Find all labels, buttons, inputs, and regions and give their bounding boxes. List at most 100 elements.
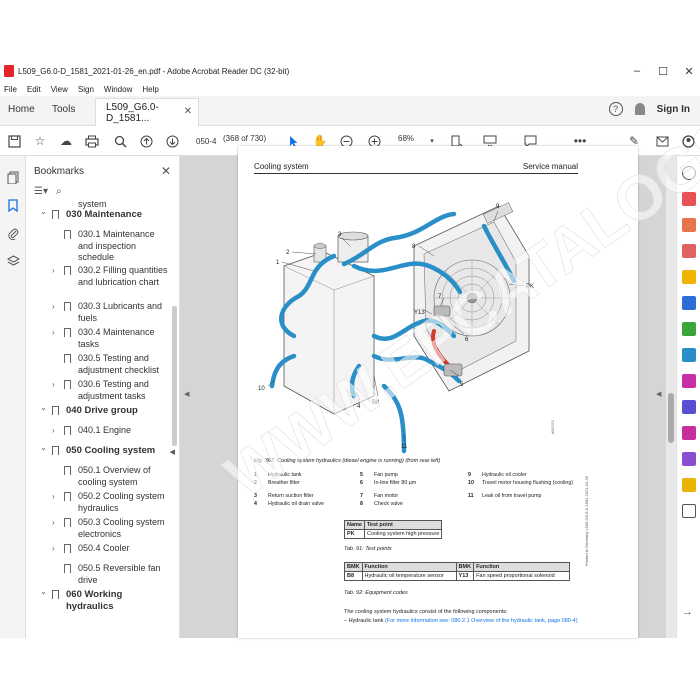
fig-label-2: 2 [286, 250, 290, 256]
document-scrollbar[interactable] [666, 156, 676, 638]
tab-tools[interactable]: Tools [52, 104, 75, 115]
bookmark-label: 030.2 Filling quantities and lubrication… [78, 265, 168, 287]
bookmark-section[interactable]: ⌄ 030 Maintenance [26, 206, 172, 228]
organize-pages-icon[interactable] [682, 322, 696, 336]
table-header: Function [361, 562, 457, 572]
zoom-level[interactable]: 68% [398, 134, 414, 143]
bookmark-item[interactable]: system [26, 198, 172, 209]
star-icon[interactable]: ☆ [32, 133, 48, 149]
help-icon[interactable]: ? [608, 102, 623, 116]
menu-help[interactable]: Help [142, 85, 158, 94]
bookmark-item[interactable]: 030.5 Testing and adjustment checklist [26, 352, 172, 378]
expand-rail-icon[interactable]: → [682, 606, 696, 620]
chevron-right-icon[interactable]: › [52, 301, 55, 313]
menu-sign[interactable]: Sign [78, 85, 94, 94]
export-pdf-icon[interactable] [682, 244, 696, 258]
bookmark-item[interactable]: › 030.6 Testing and adjustment tasks [26, 378, 172, 404]
legend-num: 11 [468, 493, 474, 499]
panel-collapse-icon[interactable]: ◀ [170, 448, 175, 456]
body-paragraph: The cooling system hydraulics consist of… [344, 609, 508, 615]
menu-view[interactable]: View [51, 85, 68, 94]
page-header-left: Cooling system [254, 162, 309, 171]
scroll-thumb[interactable] [668, 393, 674, 443]
bookmark-item[interactable]: › 030.3 Lubricants and fuels [26, 300, 172, 326]
legend-text: Hydraulic oil drain valve [268, 500, 324, 507]
attachment-icon[interactable] [6, 226, 20, 240]
chevron-right-icon[interactable]: › [52, 543, 55, 555]
menu-edit[interactable]: Edit [27, 85, 41, 94]
fill-sign-icon[interactable] [682, 374, 696, 388]
layers-icon[interactable] [6, 254, 20, 268]
cross-reference-link[interactable]: (For more information see: 080.2.1 Overv… [385, 618, 578, 624]
tab-document[interactable]: L509_G6.0-D_1581... ✕ [95, 98, 199, 126]
chevron-right-icon[interactable]: › [52, 327, 55, 339]
create-pdf-icon[interactable] [682, 192, 696, 206]
doc-scroll-left-icon[interactable]: ◀ [184, 390, 189, 398]
close-panel-icon[interactable]: ✕ [161, 164, 171, 178]
scan-icon[interactable] [682, 348, 696, 362]
find-bookmark-icon[interactable]: ⌕ [56, 186, 62, 197]
save-icon[interactable] [6, 133, 22, 149]
sign-in-button[interactable]: Sign In [657, 104, 690, 115]
equipment-codes-table: BMK Function BMK Function B8 Hydraulic o… [344, 562, 571, 581]
bookmark-item[interactable]: › 050.2 Cooling system hydraulics [26, 490, 172, 516]
legend-num: 6 [360, 479, 363, 486]
print-icon[interactable] [84, 133, 100, 149]
menu-file[interactable]: File [4, 85, 17, 94]
bookmark-item[interactable]: › 050.3 Cooling system electronics [26, 516, 172, 542]
chevron-right-icon[interactable]: › [52, 425, 55, 437]
bookmark-section[interactable]: ⌄ 040 Drive group [26, 402, 172, 424]
account-icon[interactable] [680, 133, 696, 149]
cloud-upload-icon[interactable]: ☁ [58, 133, 74, 149]
bookmark-item[interactable]: 050.1 Overview of cooling system [26, 464, 172, 490]
maximize-button[interactable]: ☐ [656, 64, 670, 78]
certificates-icon[interactable] [682, 452, 696, 466]
bookmark-options-icon[interactable]: ☰▾ [34, 186, 48, 197]
email-icon[interactable] [654, 133, 670, 149]
previous-page-icon[interactable] [138, 133, 154, 149]
chevron-down-icon[interactable]: ⌄ [40, 206, 47, 218]
combine-files-icon[interactable] [682, 296, 696, 310]
close-tab-icon[interactable]: ✕ [184, 106, 192, 117]
bookmark-label: 030.6 Testing and adjustment tasks [78, 379, 149, 401]
bookmark-label: 030.1 Maintenance and inspection schedul… [78, 229, 155, 262]
bookmark-section[interactable]: ⌄ 050 Cooling system [26, 442, 172, 464]
page-number-input[interactable]: 050-4 [196, 134, 218, 148]
list-item-prefix: – Hydraulic tank [344, 618, 385, 624]
bookmark-section[interactable]: ⌄ 060 Working hydraulics [26, 586, 172, 612]
bookmark-item[interactable]: 030.1 Maintenance and inspection schedul… [26, 228, 172, 264]
chevron-down-icon[interactable]: ⌄ [40, 586, 47, 598]
zoom-search-icon[interactable] [112, 133, 128, 149]
doc-scroll-right-icon[interactable]: ◀ [656, 390, 661, 398]
minimize-button[interactable]: – [630, 64, 644, 78]
redact-icon[interactable] [682, 478, 696, 492]
bookmark-item[interactable]: › 030.4 Maintenance tasks [26, 326, 172, 352]
bell-icon[interactable] [634, 103, 645, 115]
tab-home[interactable]: Home [8, 104, 35, 115]
close-window-button[interactable]: ✕ [682, 64, 696, 78]
menu-window[interactable]: Window [104, 85, 132, 94]
bookmarks-scrollbar[interactable] [172, 306, 177, 446]
page-thumbnails-icon[interactable] [6, 170, 20, 184]
chevron-down-icon[interactable]: ⌄ [40, 402, 47, 414]
bookmark-item[interactable]: › 040.1 Engine [26, 424, 172, 444]
bookmark-icon[interactable] [6, 198, 20, 212]
bookmark-item[interactable]: › 050.4 Cooler [26, 542, 172, 562]
chevron-down-icon[interactable]: ⌄ [40, 442, 47, 454]
comment-tool-icon[interactable] [682, 270, 696, 284]
bookmarks-title: Bookmarks [34, 166, 85, 177]
bookmark-item[interactable]: › 030.2 Filling quantities and lubricatio… [26, 264, 172, 300]
search-tool-icon[interactable] [682, 166, 696, 180]
chevron-right-icon[interactable]: › [52, 491, 55, 503]
edit-pdf-icon[interactable] [682, 218, 696, 232]
next-page-icon[interactable] [164, 133, 180, 149]
bookmark-icon [64, 302, 71, 311]
chevron-right-icon[interactable]: › [52, 265, 55, 277]
customize-tools-icon[interactable] [682, 504, 696, 518]
chevron-right-icon[interactable]: › [52, 379, 55, 391]
chevron-right-icon[interactable]: › [52, 517, 55, 529]
protect-icon[interactable] [682, 400, 696, 414]
bookmark-item[interactable]: 050.5 Reversible fan drive [26, 562, 172, 588]
table-cell: B8 [344, 571, 363, 581]
send-for-signature-icon[interactable] [682, 426, 696, 440]
